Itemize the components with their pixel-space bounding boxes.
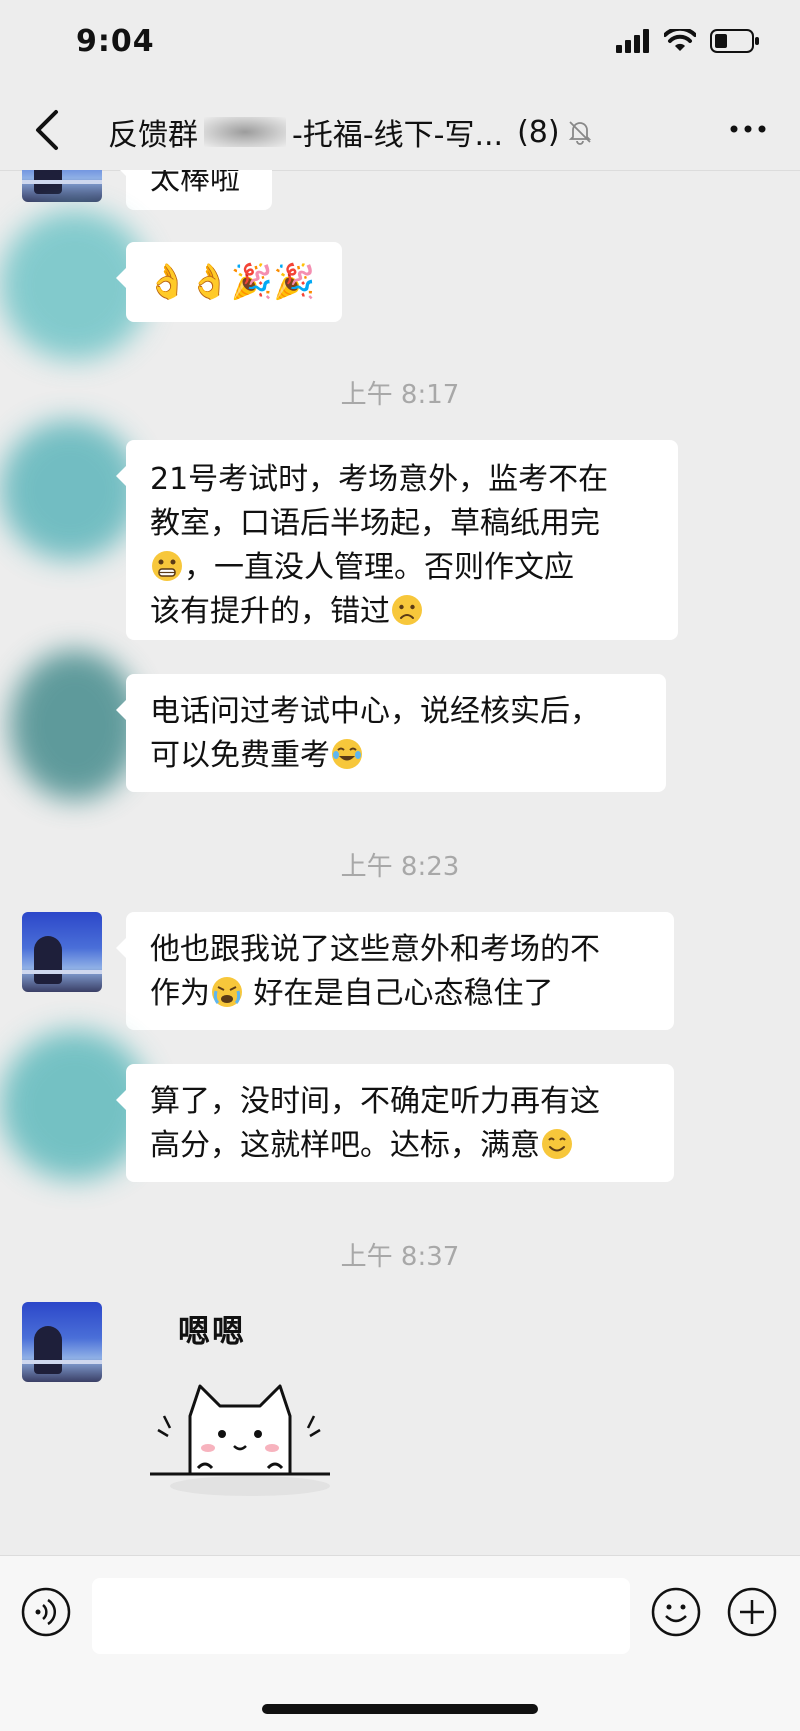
chevron-left-icon[interactable]	[28, 106, 68, 154]
message-text: 太棒啦	[150, 170, 240, 197]
sticker-message[interactable]: 嗯嗯	[150, 1306, 350, 1506]
signal-icon	[616, 29, 649, 53]
message-line-with-emoji: 作为 好在是自己心态稳住了	[150, 972, 650, 1016]
timestamp: 上午 8:17	[340, 380, 460, 410]
redaction-smudge	[10, 650, 140, 800]
voice-icon[interactable]	[20, 1586, 72, 1638]
timestamp: 上午 8:23	[340, 852, 460, 882]
message-text: 👌👌🎉🎉	[146, 262, 316, 302]
member-count: (8)	[517, 114, 560, 150]
plus-icon[interactable]	[726, 1586, 778, 1638]
battery-icon	[710, 29, 759, 53]
message-line-with-emoji: 可以免费重考	[150, 734, 642, 778]
avatar[interactable]	[22, 170, 102, 202]
timestamp: 上午 8:37	[340, 1242, 460, 1272]
home-indicator	[262, 1704, 538, 1714]
message-bubble[interactable]: 电话问过考试中心，说经核实后， 可以免费重考	[116, 674, 666, 792]
message-bubble[interactable]: 他也跟我说了这些意外和考场的不 作为 好在是自己心态稳住了	[116, 912, 674, 1030]
message-bubble[interactable]: 👌👌🎉🎉	[116, 242, 342, 322]
more-dots-icon[interactable]	[728, 114, 768, 144]
message-line-with-emoji: 该有提升的，错过	[150, 590, 654, 634]
bell-muted-icon	[568, 121, 591, 145]
chat-title-redacted	[204, 117, 286, 147]
avatar[interactable]	[22, 1302, 102, 1382]
wifi-icon	[664, 29, 696, 51]
message-bubble[interactable]: 算了，没时间，不确定听力再有这 高分，这就样吧。达标，满意	[116, 1064, 674, 1182]
message-line-with-emoji: ，一直没人管理。否则作文应	[150, 546, 654, 590]
message-line: 21号考试时，考场意外，监考不在	[150, 462, 609, 497]
message-line: 高分，这就样吧。达标，满意	[150, 1128, 540, 1163]
message-list[interactable]: 太棒啦 👌👌🎉🎉 上午 8:17 21号考试时，考场意外，监考不在 教室，口语后…	[0, 170, 800, 1555]
message-line: 作为	[150, 976, 210, 1011]
message-line: 教室，口语后半场起，草稿纸用完	[150, 506, 600, 541]
redaction-smudge	[0, 420, 140, 560]
smile-face-icon	[542, 1129, 572, 1159]
status-bar: 9:04	[0, 0, 800, 90]
message-line: 他也跟我说了这些意外和考场的不	[150, 932, 600, 967]
status-icons	[616, 28, 760, 54]
grimace-face-icon	[152, 551, 182, 581]
message-line: 好在是自己心态稳住了	[244, 976, 554, 1011]
message-line: ，一直没人管理。否则作文应	[184, 550, 574, 585]
status-time: 9:04	[76, 24, 155, 59]
message-line-with-emoji: 高分，这就样吧。达标，满意	[150, 1124, 650, 1168]
chat-title-part1: 反馈群	[108, 118, 198, 153]
message-bubble[interactable]: 21号考试时，考场意外，监考不在 教室，口语后半场起，草稿纸用完 ，一直没人管理…	[116, 440, 678, 640]
chat-header: 反馈群 -托福-线下-写... (8)	[0, 90, 800, 171]
frown-face-icon	[392, 595, 422, 625]
emoji-icon[interactable]	[650, 1586, 702, 1638]
message-line: 算了，没时间，不确定听力再有这	[150, 1084, 600, 1119]
message-line: 该有提升的，错过	[150, 594, 390, 629]
message-line: 电话问过考试中心，说经核实后，	[150, 694, 600, 729]
message-bubble[interactable]: 太棒啦	[116, 170, 272, 210]
crying-face-icon	[212, 977, 242, 1007]
avatar[interactable]	[22, 912, 102, 992]
message-input[interactable]	[92, 1578, 630, 1654]
tears-of-joy-icon	[332, 739, 362, 769]
sticker-caption: 嗯嗯	[178, 1312, 247, 1350]
chat-title-part2: -托福-线下-写...	[292, 118, 504, 153]
cat-sticker-icon	[150, 1384, 330, 1496]
message-line: 可以免费重考	[150, 738, 330, 773]
chat-title: 反馈群 -托福-线下-写... (8)	[108, 110, 594, 154]
